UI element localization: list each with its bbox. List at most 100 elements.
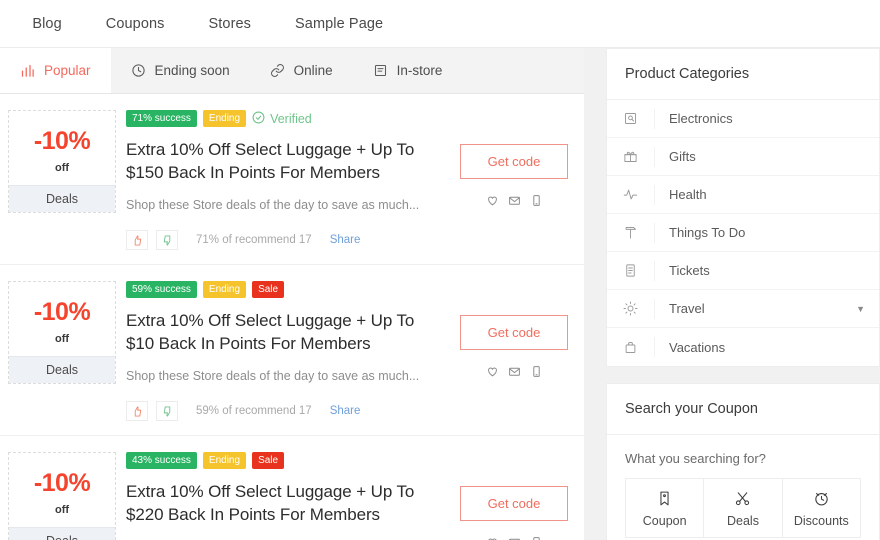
sale-badge: Sale	[252, 281, 285, 299]
tab-online[interactable]: Online	[250, 48, 353, 93]
discount-box-wrap: -10% off Deals	[0, 452, 126, 540]
sidebar-item-tickets[interactable]: Tickets	[607, 252, 879, 290]
discount-type-label: Deals	[9, 527, 115, 540]
sun-icon	[607, 298, 655, 319]
get-code-button[interactable]: Get code	[460, 315, 568, 351]
chevron-down-icon[interactable]: ▼	[856, 304, 865, 314]
sidebar-item-label: Travel	[669, 301, 705, 316]
success-badge: 43% success	[126, 452, 197, 470]
nav-item-sample-page[interactable]: Sample Page	[273, 16, 405, 32]
coupon-action: Get code	[444, 281, 584, 421]
coupon-list-column: Popular Ending soon Online In-store -10%…	[0, 48, 584, 540]
coupon-body: 59% success Ending Sale Extra 10% Off Se…	[126, 281, 444, 422]
tab-popular-label: Popular	[44, 63, 91, 78]
thumbs-down-button[interactable]	[156, 401, 178, 422]
discount-off-label: off	[54, 162, 70, 174]
envelope-icon[interactable]	[508, 536, 521, 540]
sidebar-item-travel[interactable]: Travel ▼	[607, 290, 879, 328]
coupon-description: Shop these Store deals of the day to sav…	[126, 198, 420, 213]
search-option-label: Deals	[727, 514, 759, 528]
product-categories-widget: Product Categories Electronics Gifts Hea…	[606, 48, 880, 367]
tab-ending-soon[interactable]: Ending soon	[111, 48, 250, 93]
link-icon	[270, 63, 285, 78]
heart-icon[interactable]	[486, 194, 499, 207]
tag-bookmark-icon	[626, 490, 703, 507]
sidebar-item-electronics[interactable]: Electronics	[607, 100, 879, 138]
mobile-icon[interactable]	[530, 536, 543, 540]
sidebar-item-health[interactable]: Health	[607, 176, 879, 214]
sidebar-item-vacations[interactable]: Vacations	[607, 328, 879, 366]
coupon-body: 71% success Ending Verified Extra 10% Of…	[126, 110, 444, 251]
discount-off-label: off	[54, 333, 70, 346]
sidebar-item-label: Electronics	[669, 111, 733, 126]
discount-box: -10% off Deals	[8, 452, 116, 540]
tab-in-store-label: In-store	[396, 63, 443, 78]
verified-badge: Verified	[252, 111, 312, 127]
discount-off-label: off	[54, 504, 70, 517]
coupon-card[interactable]: -10% off Deals 43% success Ending Sale E…	[0, 436, 584, 540]
nav-item-blog[interactable]: Blog	[10, 16, 83, 32]
heart-icon[interactable]	[486, 536, 499, 540]
sidebar-item-label: Health	[669, 187, 707, 202]
briefcase-icon	[607, 337, 655, 357]
mobile-icon[interactable]	[530, 365, 543, 378]
get-code-button[interactable]: Get code	[460, 144, 568, 179]
search-option-label: Discounts	[793, 514, 849, 528]
coupon-card[interactable]: -10% off Deals 71% success Ending Verifi…	[0, 94, 584, 266]
filter-tabbar: Popular Ending soon Online In-store	[0, 48, 584, 94]
sidebar-item-gifts[interactable]: Gifts	[607, 138, 879, 176]
action-icon-row	[444, 536, 584, 540]
search-coupon-widget: Search your Coupon What you searching fo…	[606, 383, 880, 540]
nav-item-coupons[interactable]: Coupons	[84, 16, 187, 32]
tab-online-label: Online	[293, 63, 333, 78]
sidebar-item-label: Things To Do	[669, 225, 746, 240]
thumbs-up-button[interactable]	[126, 230, 148, 251]
ending-badge: Ending	[202, 452, 247, 470]
success-badge: 71% success	[126, 110, 197, 127]
nav-item-home[interactable]: me	[0, 16, 10, 32]
sidebar-item-things-to-do[interactable]: Things To Do	[607, 214, 879, 252]
success-badge: 59% success	[126, 281, 197, 299]
thumbs-down-button[interactable]	[156, 230, 178, 251]
chart-bar-icon	[20, 63, 35, 78]
search-prompt: What you searching for?	[625, 451, 766, 466]
search-option-discounts[interactable]: Discounts	[781, 478, 861, 538]
coupon-title[interactable]: Extra 10% Off Select Luggage + Up To $15…	[126, 139, 436, 184]
ticket-list-icon	[607, 260, 655, 281]
coupon-footer: 59% of recommend 17 Share	[126, 401, 436, 422]
thumbs-up-button[interactable]	[126, 401, 148, 422]
sale-badge: Sale	[252, 452, 285, 470]
tab-popular[interactable]: Popular	[0, 48, 111, 93]
sidebar: Product Categories Electronics Gifts Hea…	[584, 48, 880, 540]
tab-in-store[interactable]: In-store	[353, 48, 463, 93]
discount-box-wrap: -10% off Deals	[0, 110, 126, 250]
discount-box: -10% off Deals	[8, 281, 116, 385]
discount-type-label: Deals	[9, 356, 115, 384]
coupon-cards: -10% off Deals 71% success Ending Verifi…	[0, 94, 584, 540]
mobile-icon[interactable]	[530, 194, 543, 207]
nav-item-stores[interactable]: Stores	[187, 16, 274, 32]
discount-type-label: Deals	[9, 185, 115, 212]
heart-icon[interactable]	[486, 365, 499, 378]
action-icon-row	[444, 365, 584, 378]
action-icon-row	[444, 194, 584, 207]
coupon-title[interactable]: Extra 10% Off Select Luggage + Up To $22…	[126, 481, 436, 526]
ending-badge: Ending	[202, 110, 247, 127]
coupon-title[interactable]: Extra 10% Off Select Luggage + Up To $10…	[126, 310, 436, 355]
scissors-icon	[704, 490, 781, 507]
badge-row: 71% success Ending Verified	[126, 110, 436, 127]
check-circle-icon	[252, 111, 265, 127]
recommend-text: 71% of recommend 17	[196, 234, 312, 247]
share-link[interactable]: Share	[330, 405, 361, 417]
gift-icon	[607, 146, 655, 167]
hard-drive-icon	[607, 108, 655, 129]
search-option-deals[interactable]: Deals	[703, 478, 782, 538]
alarm-clock-icon	[783, 490, 860, 507]
envelope-icon[interactable]	[508, 365, 521, 378]
share-link[interactable]: Share	[330, 234, 361, 246]
get-code-button[interactable]: Get code	[460, 486, 568, 522]
search-option-coupon[interactable]: Coupon	[625, 478, 704, 538]
envelope-icon[interactable]	[508, 194, 521, 207]
product-categories-title: Product Categories	[607, 49, 879, 100]
coupon-card[interactable]: -10% off Deals 59% success Ending Sale E…	[0, 265, 584, 437]
